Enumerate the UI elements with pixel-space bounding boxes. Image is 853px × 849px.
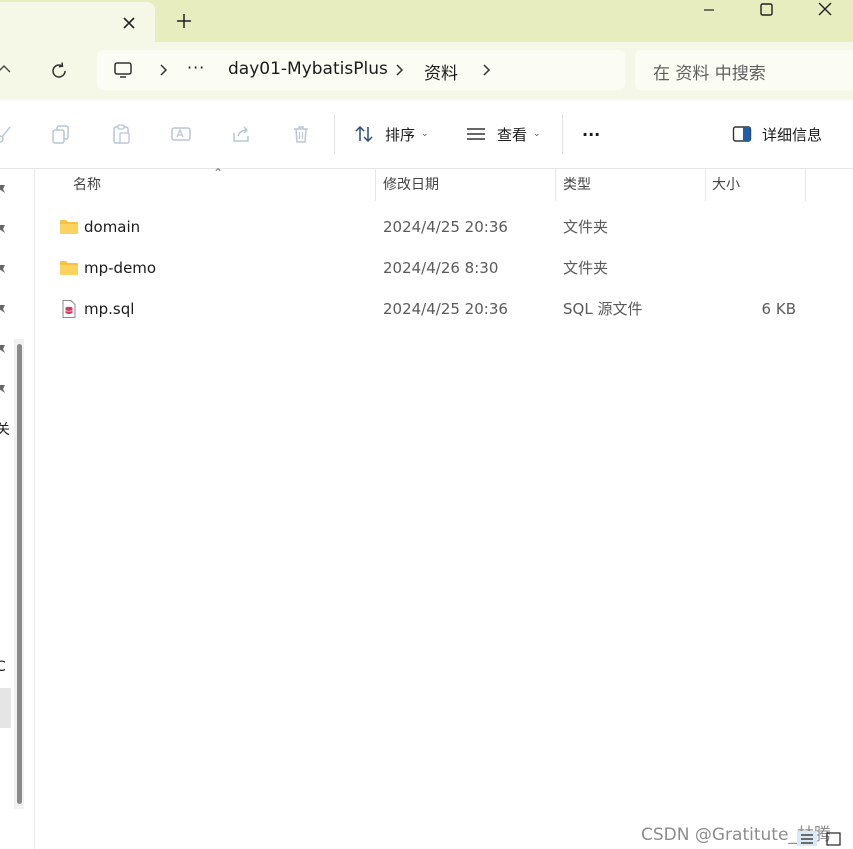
search-placeholder: 在 资料 中搜索 <box>653 64 766 84</box>
tiles-view-icon <box>826 832 841 846</box>
chevron-right-icon[interactable] <box>480 63 492 77</box>
pin-icon[interactable] <box>0 223 8 235</box>
breadcrumb-ellipsis[interactable]: ··· <box>187 58 205 77</box>
file-date: 2024/4/25 20:36 <box>383 218 508 236</box>
table-row[interactable]: mp.sql 2024/4/25 20:36 SQL 源文件 6 KB <box>35 290 853 331</box>
details-pane-label: 详细信息 <box>762 125 823 144</box>
up-arrow-icon[interactable] <box>0 58 14 82</box>
sort-icon <box>355 125 373 143</box>
table-row[interactable]: domain 2024/4/25 20:36 文件夹 <box>35 208 853 249</box>
details-pane-icon <box>732 126 752 142</box>
column-divider[interactable] <box>805 169 806 201</box>
column-header-type[interactable]: 类型 <box>563 169 591 202</box>
sidebar-scroll-thumb[interactable] <box>17 344 22 804</box>
file-type: 文件夹 <box>563 259 609 277</box>
chevron-right-icon[interactable] <box>157 63 169 77</box>
pin-icon[interactable] <box>0 303 8 315</box>
file-date: 2024/4/26 8:30 <box>383 259 499 277</box>
column-header-date[interactable]: 修改日期 <box>383 169 439 202</box>
rename-icon[interactable] <box>170 123 192 145</box>
navigation-bar: ··· day01-MybatisPlus 资料 在 资料 中搜索 <box>0 42 853 100</box>
sort-label: 排序 <box>385 125 416 144</box>
file-type: 文件夹 <box>563 218 609 236</box>
toolbar-divider <box>562 114 563 154</box>
file-name[interactable]: domain <box>84 208 140 246</box>
copy-icon[interactable] <box>50 123 72 145</box>
folder-icon <box>60 220 78 234</box>
sidebar-item-fragment[interactable]: 关 <box>0 419 10 439</box>
cut-icon[interactable] <box>0 123 14 145</box>
paste-icon[interactable] <box>110 123 132 145</box>
folder-icon <box>60 261 78 275</box>
view-mode-icons[interactable] <box>797 828 847 848</box>
command-toolbar: 排序 ⌄ 查看 ⌄ ··· 详细信息 <box>0 100 853 169</box>
pin-icon[interactable] <box>0 263 8 275</box>
file-name[interactable]: mp-demo <box>84 249 156 287</box>
details-view-icon <box>797 831 817 846</box>
sidebar-item-fragment[interactable]: C <box>0 659 6 675</box>
column-divider[interactable] <box>705 169 706 201</box>
plus-icon[interactable] <box>173 10 195 32</box>
chevron-right-icon[interactable] <box>393 63 405 77</box>
sort-up-icon: ⌃ <box>213 166 224 180</box>
file-type: SQL 源文件 <box>563 300 643 318</box>
file-list: 名称 ⌃ 修改日期 类型 大小 domain 2024/4/25 20:36 文… <box>35 166 853 849</box>
tab-current-folder[interactable] <box>0 2 155 42</box>
search-input[interactable]: 在 资料 中搜索 <box>635 50 853 90</box>
breadcrumb-item-day01[interactable]: day01-MybatisPlus <box>228 59 388 79</box>
column-header-size[interactable]: 大小 <box>712 169 740 202</box>
title-bar <box>0 0 853 42</box>
toolbar-divider <box>334 114 335 154</box>
maximize-icon[interactable] <box>744 0 790 20</box>
address-bar[interactable]: ··· day01-MybatisPlus 资料 <box>97 50 625 90</box>
sql-file-icon <box>62 300 76 318</box>
file-date: 2024/4/25 20:36 <box>383 300 508 318</box>
view-button[interactable]: 查看 ⌄ <box>465 120 541 148</box>
refresh-icon[interactable] <box>48 60 70 82</box>
breadcrumb-item-current[interactable]: 资料 <box>424 59 458 84</box>
delete-icon[interactable] <box>290 123 312 145</box>
pin-icon[interactable] <box>0 343 8 355</box>
column-header-name[interactable]: 名称 <box>73 169 101 202</box>
column-divider[interactable] <box>375 169 376 201</box>
window-close-icon[interactable] <box>802 0 848 20</box>
minimize-icon[interactable] <box>686 0 732 20</box>
sidebar-selected-item[interactable] <box>0 688 11 728</box>
view-label: 查看 <box>497 125 528 144</box>
more-options-button[interactable]: ··· <box>582 120 600 148</box>
pin-icon[interactable] <box>0 183 8 195</box>
chevron-down-icon: ⌄ <box>421 129 429 139</box>
share-icon[interactable] <box>230 123 252 145</box>
pin-icon[interactable] <box>0 383 8 395</box>
details-pane-button[interactable]: 详细信息 <box>732 120 822 148</box>
file-name[interactable]: mp.sql <box>84 290 134 328</box>
view-list-icon <box>467 128 485 140</box>
table-row[interactable]: mp-demo 2024/4/26 8:30 文件夹 <box>35 249 853 290</box>
file-size: 6 KB <box>761 300 796 318</box>
navigation-pane: 关 C <box>0 169 35 849</box>
column-divider[interactable] <box>555 169 556 201</box>
chevron-down-icon: ⌄ <box>533 129 541 139</box>
computer-icon[interactable] <box>112 59 134 81</box>
close-icon[interactable] <box>118 12 140 34</box>
sort-button[interactable]: 排序 ⌄ <box>353 120 429 148</box>
